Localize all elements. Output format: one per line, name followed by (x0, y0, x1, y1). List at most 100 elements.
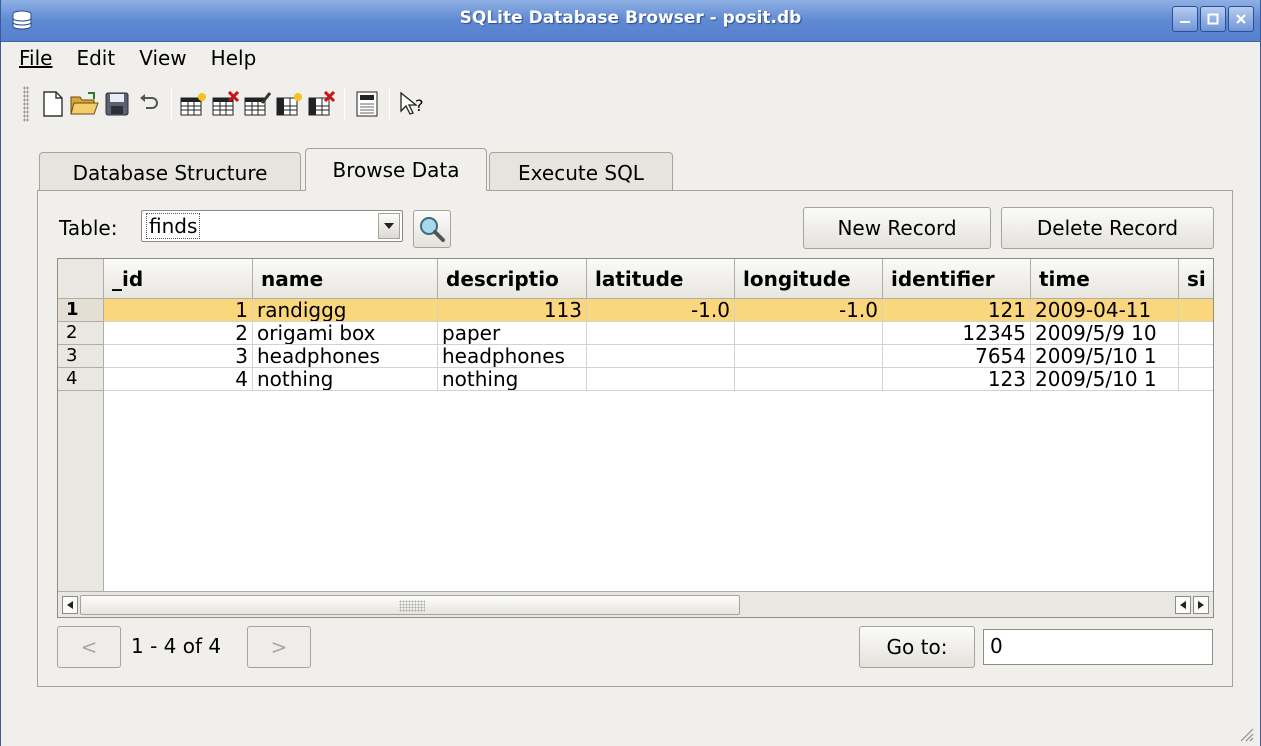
cell-time[interactable]: 2009-04-11 (1031, 299, 1179, 322)
whats-this-icon: ? (400, 91, 424, 115)
cell-description[interactable]: nothing (438, 368, 587, 391)
cell-name[interactable]: nothing (253, 368, 438, 391)
maximize-button[interactable] (1200, 6, 1226, 32)
delete-table-button[interactable] (210, 86, 242, 122)
column-header-name[interactable]: name (253, 259, 438, 299)
delete-index-button[interactable] (306, 86, 338, 122)
cell-time[interactable]: 2009/5/10 1 (1031, 345, 1179, 368)
column-header-longitude[interactable]: longitude (735, 259, 883, 299)
search-icon (420, 217, 445, 242)
column-header-description[interactable]: descriptio (438, 259, 587, 299)
open-database-button[interactable] (69, 86, 101, 122)
tab-database-structure[interactable]: Database Structure (39, 152, 301, 192)
new-database-button[interactable] (37, 86, 69, 122)
goto-button[interactable]: Go to: (859, 626, 975, 668)
table-label: Table: (59, 216, 118, 240)
close-icon (1236, 14, 1246, 24)
cell-id[interactable]: 4 (104, 368, 253, 391)
cell-name[interactable]: headphones (253, 345, 438, 368)
previous-page-button[interactable]: < (57, 626, 121, 668)
grid-corner[interactable] (58, 259, 104, 299)
cell-latitude[interactable]: -1.0 (587, 299, 735, 322)
cell-name[interactable]: randiggg (253, 299, 438, 322)
scrollbar-thumb[interactable] (80, 595, 740, 615)
cell-id[interactable]: 2 (104, 322, 253, 345)
modify-table-icon (244, 92, 272, 116)
cell-description[interactable]: paper (438, 322, 587, 345)
cell-description[interactable]: 113 (438, 299, 587, 322)
goto-input[interactable]: 0 (983, 629, 1213, 665)
column-header-latitude[interactable]: latitude (587, 259, 735, 299)
resize-grip-icon[interactable] (1238, 726, 1254, 742)
row-header-3[interactable]: 3 (58, 345, 104, 368)
cell-longitude[interactable]: -1.0 (735, 299, 883, 322)
row-header-1[interactable]: 1 (58, 299, 104, 322)
cell-si[interactable] (1179, 299, 1213, 322)
page-info: 1 - 4 of 4 (131, 634, 222, 658)
sql-log-button[interactable] (351, 86, 383, 122)
cell-identifier[interactable]: 123 (883, 368, 1031, 391)
menu-view[interactable]: View (139, 46, 186, 70)
menu-edit[interactable]: Edit (76, 46, 115, 70)
modify-table-button[interactable] (242, 86, 274, 122)
title-bar[interactable]: SQLite Database Browser - posit.db (1, 0, 1260, 42)
tab-browse-data[interactable]: Browse Data (305, 148, 487, 191)
menu-file[interactable]: File (19, 46, 52, 70)
whats-this-button[interactable]: ? (396, 86, 428, 122)
toolbar-separator (344, 88, 345, 120)
cell-identifier[interactable]: 7654 (883, 345, 1031, 368)
cell-time[interactable]: 2009/5/9 10 (1031, 322, 1179, 345)
next-page-button[interactable]: > (247, 626, 311, 668)
toolbar-separator (171, 88, 172, 120)
cell-id[interactable]: 1 (104, 299, 253, 322)
cell-latitude[interactable] (587, 368, 735, 391)
cell-si[interactable] (1179, 368, 1213, 391)
row-header-4[interactable]: 4 (58, 368, 104, 391)
chevron-down-icon (384, 223, 394, 229)
toolbar-separator (389, 88, 390, 120)
delete-record-button[interactable]: Delete Record (1001, 207, 1214, 249)
save-button[interactable] (101, 86, 133, 122)
cell-identifier[interactable]: 121 (883, 299, 1031, 322)
new-record-button[interactable]: New Record (803, 207, 991, 249)
data-grid[interactable]: _id name descriptio latitude longitude i… (57, 258, 1214, 618)
close-button[interactable] (1228, 6, 1254, 32)
cell-description[interactable]: headphones (438, 345, 587, 368)
cell-time[interactable]: 2009/5/10 1 (1031, 368, 1179, 391)
row-header-2[interactable]: 2 (58, 322, 104, 345)
search-button[interactable] (413, 210, 451, 248)
undo-button[interactable] (133, 86, 165, 122)
scroll-left-button-end[interactable] (1175, 596, 1191, 614)
cell-si[interactable] (1179, 345, 1213, 368)
cell-id[interactable]: 3 (104, 345, 253, 368)
cell-longitude[interactable] (735, 322, 883, 345)
horizontal-scrollbar[interactable] (58, 591, 1213, 617)
column-header-identifier[interactable]: identifier (883, 259, 1031, 299)
minimize-button[interactable] (1172, 6, 1198, 32)
cell-longitude[interactable] (735, 345, 883, 368)
create-table-button[interactable] (178, 86, 210, 122)
app-window: SQLite Database Browser - posit.db File … (0, 0, 1261, 746)
arrow-right-icon (1198, 601, 1204, 609)
column-header-si[interactable]: si (1179, 259, 1213, 299)
create-index-button[interactable] (274, 86, 306, 122)
table-select-dropdown[interactable] (378, 213, 400, 239)
minimize-icon (1180, 21, 1190, 23)
menu-help[interactable]: Help (211, 46, 257, 70)
column-header-time[interactable]: time (1031, 259, 1179, 299)
cell-name[interactable]: origami box (253, 322, 438, 345)
cell-latitude[interactable] (587, 345, 735, 368)
cell-longitude[interactable] (735, 368, 883, 391)
delete-table-icon (212, 91, 240, 116)
cell-latitude[interactable] (587, 322, 735, 345)
tab-execute-sql[interactable]: Execute SQL (489, 152, 673, 192)
table-select[interactable]: finds (141, 210, 403, 242)
column-header-id[interactable]: _id (104, 259, 253, 299)
table-select-value: finds (146, 213, 201, 239)
cell-si[interactable] (1179, 322, 1213, 345)
toolbar-grip[interactable] (23, 86, 29, 122)
scroll-right-button[interactable] (1193, 596, 1209, 614)
scroll-left-button[interactable] (62, 596, 78, 614)
scrollbar-grip (399, 600, 425, 612)
cell-identifier[interactable]: 12345 (883, 322, 1031, 345)
